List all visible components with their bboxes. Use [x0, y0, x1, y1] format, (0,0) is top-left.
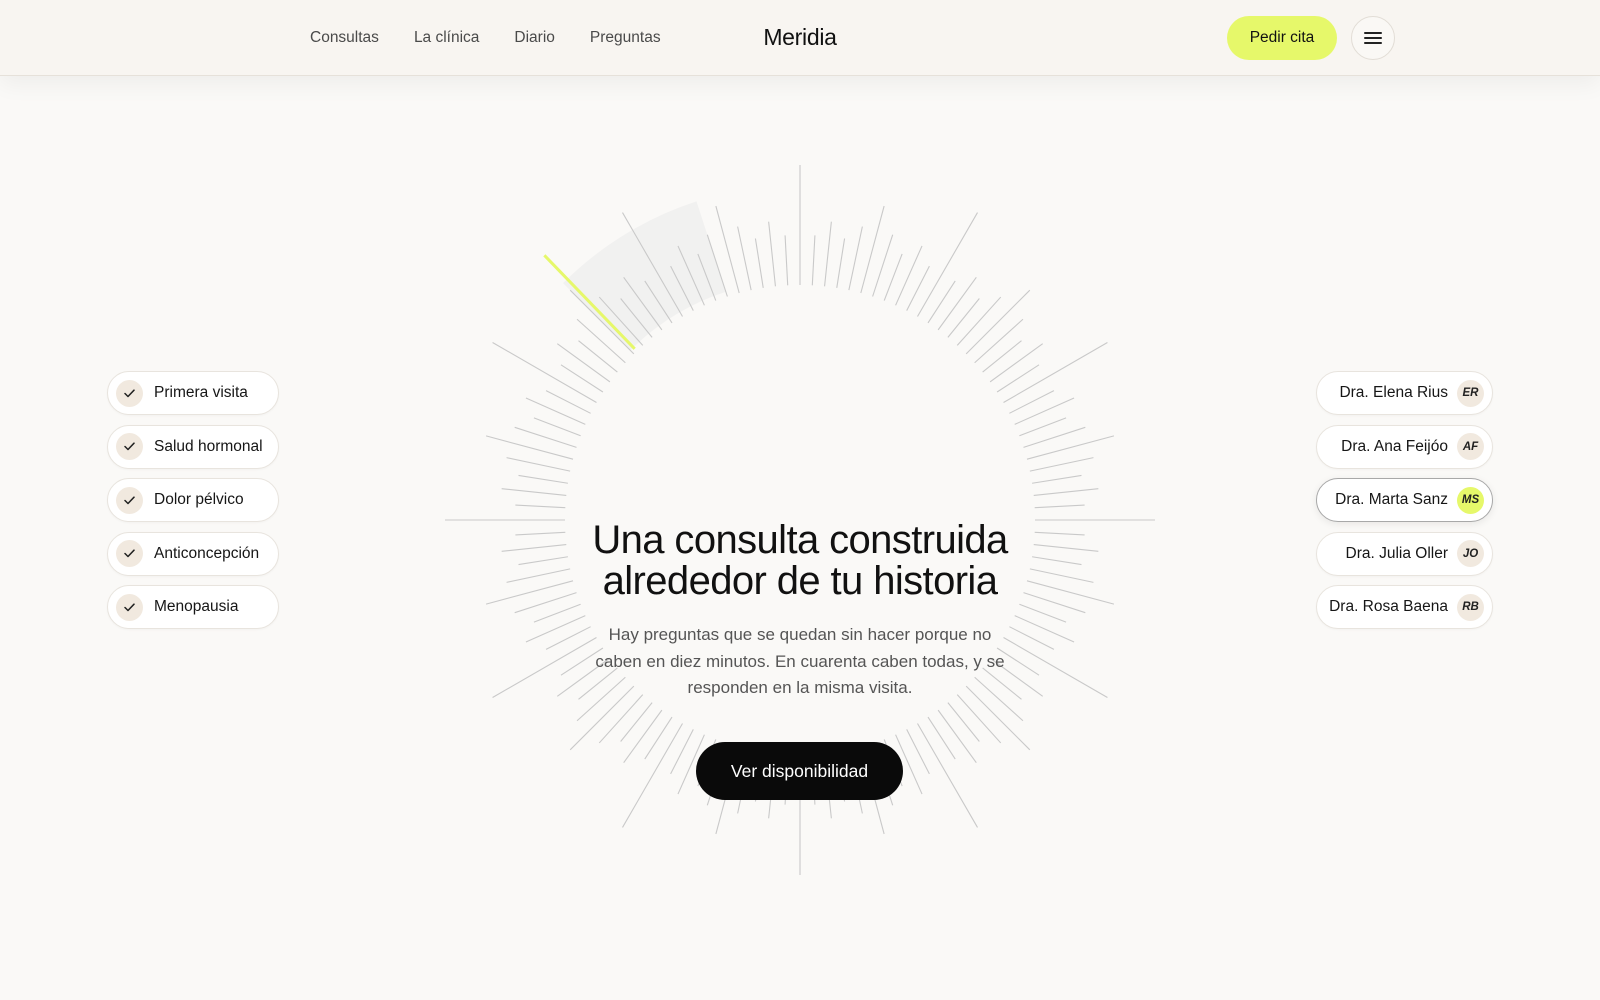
- radial-line: [1034, 504, 1085, 509]
- doctor-avatar: RB: [1457, 593, 1484, 621]
- doctor-avatar: MS: [1457, 486, 1484, 514]
- radial-line: [623, 709, 663, 764]
- doctor-name: Dra. Ana Feijóo: [1341, 437, 1448, 455]
- doctor-avatar: JO: [1457, 540, 1484, 567]
- topic-chip-salud-hormonal[interactable]: Salud hormonal: [107, 424, 279, 469]
- radial-line: [1029, 457, 1094, 472]
- doctor-chip-julia-oller[interactable]: Dra. Julia Oller JO: [1316, 531, 1493, 576]
- radial-line: [644, 716, 673, 760]
- radial-line: [622, 723, 683, 828]
- radial-line: [525, 397, 586, 425]
- radial-line: [598, 694, 644, 744]
- doctor-avatar: AF: [1457, 433, 1484, 460]
- topic-label: Menopausia: [154, 598, 239, 615]
- radial-line: [515, 504, 566, 509]
- hero-title: Una consulta construida alrededor de tu …: [500, 520, 1100, 602]
- check-icon: [116, 486, 143, 514]
- doctor-name: Dra. Julia Oller: [1345, 544, 1449, 562]
- topic-chip-dolor-pelvico[interactable]: Dolor pélvico: [107, 478, 279, 522]
- radial-line: [811, 235, 816, 286]
- doctor-chip-rosa-baena[interactable]: Dra. Rosa Baena RB: [1316, 585, 1493, 629]
- nav-link-la-clinica[interactable]: La clínica: [414, 29, 479, 47]
- radial-line: [895, 245, 923, 306]
- hero-title-line2: alrededor de tu historia: [602, 559, 998, 603]
- radial-line: [737, 226, 752, 291]
- radial-line: [1032, 474, 1082, 484]
- hero-title-line1: Una consulta construida: [592, 518, 1008, 562]
- radial-line: [518, 474, 568, 484]
- hero-section: Una consulta construida alrededor de tu …: [500, 520, 1100, 800]
- doctor-chip-ana-feijoo[interactable]: Dra. Ana Feijóo AF: [1316, 424, 1493, 469]
- doctor-name: Dra. Rosa Baena: [1329, 598, 1448, 615]
- radial-line: [947, 298, 980, 338]
- radial-line: [578, 340, 618, 373]
- radial-line: [848, 226, 863, 291]
- nav-link-preguntas[interactable]: Preguntas: [590, 29, 661, 47]
- radial-line: [506, 457, 571, 472]
- topic-chip-primera-visita[interactable]: Primera visita: [107, 371, 279, 415]
- site-header: Consultas La clínica Diario Preguntas Me…: [0, 0, 1600, 76]
- site-logo[interactable]: Meridia: [763, 24, 837, 50]
- radial-line: [620, 702, 653, 742]
- main-nav: Consultas La clínica Diario Preguntas: [310, 0, 696, 76]
- radial-line: [1026, 435, 1115, 460]
- radial-line: [768, 221, 776, 287]
- radial-line: [501, 488, 567, 496]
- radial-line: [1014, 397, 1075, 425]
- check-icon: [116, 433, 143, 460]
- doctor-avatar: ER: [1457, 379, 1484, 407]
- radial-line: [860, 205, 885, 294]
- doctor-name: Dra. Marta Sanz: [1335, 491, 1448, 508]
- check-icon: [116, 540, 143, 567]
- radial-line: [556, 343, 611, 383]
- doctor-list: Dra. Elena Rius ER Dra. Ana Feijóo AF Dr…: [1316, 371, 1493, 639]
- radial-line: [784, 235, 789, 286]
- radial-line: [956, 694, 1002, 744]
- radial-line: [982, 340, 1022, 373]
- radial-line: [883, 253, 903, 301]
- radial-line: [1033, 488, 1099, 496]
- topic-label: Anticoncepción: [154, 544, 260, 562]
- radial-line: [937, 276, 977, 331]
- radial-line: [533, 417, 581, 437]
- radial-line: [492, 342, 597, 403]
- hamburger-menu-icon: [1364, 32, 1382, 44]
- radial-line: [996, 364, 1040, 393]
- radial-line: [927, 280, 956, 324]
- hero-subtitle: Hay preguntas que se quedan sin hacer po…: [595, 625, 1005, 697]
- radial-line: [989, 343, 1044, 383]
- topic-label: Dolor pélvico: [154, 491, 244, 508]
- doctor-name: Dra. Elena Rius: [1339, 384, 1448, 401]
- menu-button[interactable]: [1351, 16, 1395, 60]
- topic-chip-anticoncepcion[interactable]: Anticoncepción: [107, 531, 279, 576]
- radial-line: [917, 212, 978, 317]
- topic-chip-menopausia[interactable]: Menopausia: [107, 585, 279, 629]
- radial-line: [947, 702, 980, 742]
- nav-link-consultas[interactable]: Consultas: [310, 29, 379, 47]
- radial-line: [824, 221, 832, 287]
- doctor-chip-elena-rius[interactable]: Dra. Elena Rius ER: [1316, 371, 1493, 415]
- book-appointment-button[interactable]: Pedir cita: [1227, 16, 1337, 60]
- radial-line: [560, 364, 604, 393]
- radial-line: [836, 238, 846, 288]
- topic-label: Salud hormonal: [154, 437, 263, 455]
- radial-line: [956, 296, 1002, 346]
- check-icon: [116, 379, 143, 407]
- radial-line: [754, 238, 764, 288]
- topic-label: Primera visita: [154, 384, 248, 401]
- check-icon: [116, 593, 143, 621]
- check-availability-button[interactable]: Ver disponibilidad: [696, 742, 903, 800]
- radial-line: [917, 723, 978, 828]
- radial-line: [1019, 417, 1067, 437]
- radial-line: [974, 318, 1024, 364]
- topic-list: Primera visita Salud hormonal Dolor pélv…: [107, 371, 279, 639]
- radial-line: [927, 716, 956, 760]
- nav-link-diario[interactable]: Diario: [514, 29, 554, 47]
- doctor-chip-marta-sanz[interactable]: Dra. Marta Sanz MS: [1316, 478, 1493, 522]
- radial-line: [485, 435, 574, 460]
- radial-line: [1003, 342, 1108, 403]
- radial-line: [937, 709, 977, 764]
